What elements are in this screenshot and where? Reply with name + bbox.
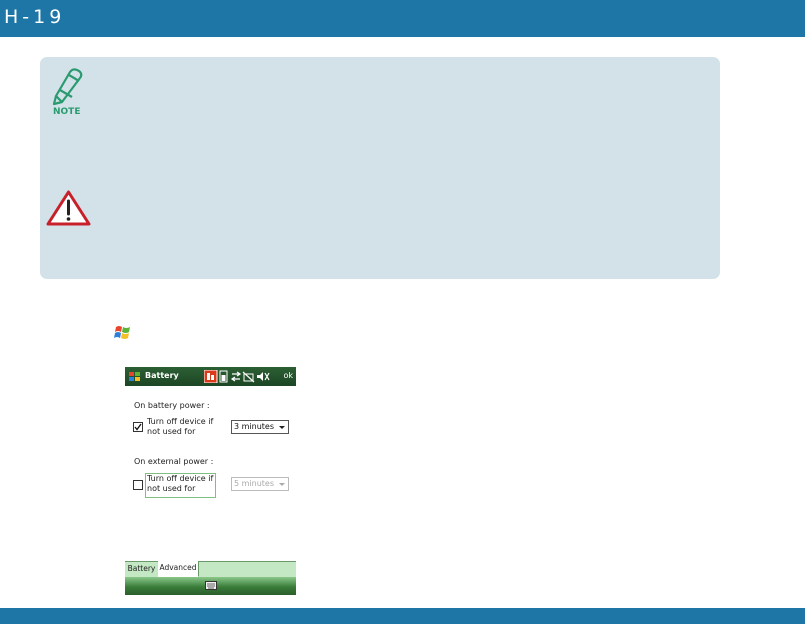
note-box	[40, 57, 720, 279]
battery-turn-off-checkbox[interactable]	[133, 422, 143, 432]
external-turn-off-label-line2: not used for	[147, 484, 196, 493]
battery-timeout-value: 3 minutes	[234, 422, 275, 431]
windows-start-icon	[114, 326, 130, 339]
menu-bar	[125, 577, 296, 595]
tab-strip: Battery Advanced	[125, 561, 296, 577]
battery-timeout-select[interactable]: 3 minutes	[231, 420, 289, 434]
ok-button[interactable]: ok	[283, 371, 293, 380]
start-menu-icon[interactable]	[128, 370, 141, 383]
page-header: H-19	[0, 0, 805, 37]
page-number: H-19	[4, 6, 66, 28]
check-icon	[134, 423, 142, 431]
chevron-down-icon	[279, 426, 285, 429]
external-timeout-select[interactable]: 5 minutes	[231, 477, 289, 491]
external-turn-off-label-line1: Turn off device if	[147, 474, 214, 483]
battery-turn-off-label-line2: not used for	[147, 427, 196, 436]
tab-battery[interactable]: Battery	[125, 562, 159, 576]
keyboard-icon[interactable]	[205, 581, 217, 590]
warning-icon	[46, 190, 91, 226]
note-label: NOTE	[53, 107, 81, 117]
external-timeout-value: 5 minutes	[234, 479, 275, 488]
battery-turn-off-label-line1: Turn off device if	[147, 417, 214, 426]
chevron-down-icon	[279, 483, 285, 486]
window-title: Battery	[145, 371, 179, 380]
tab-advanced[interactable]: Advanced	[158, 561, 199, 577]
page-footer	[0, 608, 805, 624]
title-bar: Battery ok	[125, 367, 296, 386]
external-turn-off-checkbox[interactable]	[133, 480, 143, 490]
external-section-label: On external power :	[134, 457, 214, 466]
battery-section-label: On battery power :	[134, 401, 210, 410]
status-icons	[204, 370, 270, 383]
device-screen: Battery ok On battery power : Turn off d…	[125, 367, 296, 595]
